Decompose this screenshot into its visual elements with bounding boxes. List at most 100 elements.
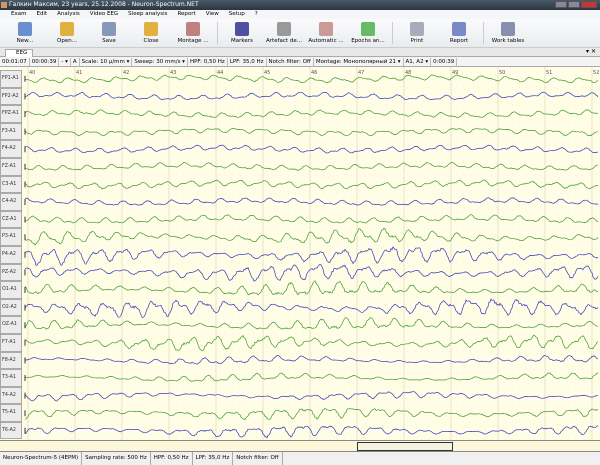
menu-item[interactable]: Analysis [52, 10, 85, 19]
toolbar-separator [217, 22, 218, 44]
print-icon [410, 22, 424, 36]
time-duration[interactable]: 00:00:39 [30, 57, 60, 66]
toolbar-button-label: Open... [57, 38, 77, 44]
hpf-select[interactable]: HPF: 0,50 Hz [188, 57, 228, 66]
sweep-select[interactable]: Sweep: 30 mm/s ▾ [132, 57, 188, 66]
time-position[interactable]: 00:01:07 [0, 57, 30, 66]
window-title: Галкин Максим, 23 years, 25.12.2008 - Ne… [9, 1, 199, 8]
minimize-button[interactable] [555, 1, 567, 8]
eeg-view[interactable]: 40 41 42 43 44 45 46 47 48 49 50 51 52 FP1-A1 FP2-A2 F… [0, 67, 600, 440]
flag-icon [235, 22, 249, 36]
second-label: 43 [170, 70, 176, 76]
scale-select[interactable]: Scale: 10 μ/mm ▾ [80, 57, 133, 66]
channel-label[interactable]: OZ-A1 [0, 316, 22, 334]
channel-label[interactable]: T5-A1 [0, 404, 22, 422]
channel-label[interactable]: F4-A2 [0, 140, 22, 158]
epochs-icon [361, 22, 375, 36]
toolbar-button-close[interactable]: Close [130, 19, 172, 47]
menu-item[interactable]: Edit [31, 10, 52, 19]
toolbar-button-label: Artefact de... [266, 38, 302, 44]
channel-label[interactable]: O2-A2 [0, 298, 22, 317]
tab-bar: EEG ▾ ✕ [0, 48, 600, 57]
toolbar-button-label: Save [102, 38, 116, 44]
toolbar-button-label: New... [16, 38, 34, 44]
channel-label[interactable]: F3-A1 [0, 122, 22, 141]
eeg-trace [24, 334, 599, 352]
tab-eeg[interactable]: EEG [5, 49, 33, 57]
close-button[interactable] [581, 1, 597, 8]
work-tables-icon [501, 22, 515, 36]
channel-label[interactable]: F8-A2 [0, 351, 22, 370]
nav-dropdown[interactable]: - ▾ [59, 57, 71, 66]
eeg-traces[interactable]: 40 41 42 43 44 45 46 47 48 49 50 51 52 [0, 67, 600, 440]
save-icon [102, 22, 116, 36]
toolbar-button-print[interactable]: Print [396, 19, 438, 47]
menu-bar: Exam Edit Analysis Video EEG Sleep analysis R… [0, 10, 600, 19]
status-item: Neuron-Spectrum-5 (4EPM) [0, 452, 83, 465]
toolbar-button-new[interactable]: New... [4, 19, 46, 47]
channel-label[interactable]: T3-A1 [0, 369, 22, 387]
notch-select[interactable]: Notch filter: Off [267, 57, 314, 66]
menu-item[interactable]: View [201, 10, 224, 19]
status-item: LPF: 35,0 Hz [193, 452, 234, 465]
eeg-trace [24, 144, 599, 154]
eeg-trace [24, 227, 599, 246]
montage-icon [186, 22, 200, 36]
channel-label[interactable]: F7-A1 [0, 333, 22, 352]
channel-label[interactable]: FP1-A1 [0, 70, 22, 88]
toolbar-separator [392, 22, 393, 44]
toolbar-button-montage[interactable]: Montage ... [172, 19, 214, 47]
toolbar-button-artefactde[interactable]: Artefact de... [263, 19, 305, 47]
toolbar-button-open[interactable]: Open... [46, 19, 88, 47]
menu-item[interactable]: Video EEG [85, 10, 123, 19]
time-scrollbar[interactable] [0, 440, 600, 452]
channel-label[interactable]: CZ-A1 [0, 210, 22, 229]
app-icon [1, 2, 7, 8]
second-label: 40 [29, 70, 35, 76]
channel-label[interactable]: C3-A1 [0, 175, 22, 194]
toolbar-button-label: Work tables [491, 38, 525, 44]
channel-label[interactable]: P4-A2 [0, 245, 22, 264]
second-label: 45 [264, 70, 270, 76]
menu-item[interactable]: ? [250, 10, 263, 19]
channel-label[interactable]: FP2-A2 [0, 87, 22, 106]
menu-item[interactable]: Sleep analysis [123, 10, 172, 19]
toolbar-button-label: Markers [231, 38, 253, 44]
toolbar-button-epochsan[interactable]: Epochs an... [347, 19, 389, 47]
amplitude-button[interactable]: A [71, 57, 80, 66]
toolbar-button-worktables[interactable]: Work tables [487, 19, 529, 47]
toolbar-button-report[interactable]: Report [438, 19, 480, 47]
time-cursor[interactable]: 0:00:39 [431, 57, 458, 66]
channel-label[interactable]: P3-A1 [0, 228, 22, 246]
toolbar-button-save[interactable]: Save [88, 19, 130, 47]
channel-label[interactable]: T4-A2 [0, 386, 22, 405]
menu-item[interactable]: Setup [224, 10, 250, 19]
scroll-thumb[interactable] [357, 442, 453, 451]
channel-label[interactable]: FPZ-A1 [0, 105, 22, 123]
second-label: 47 [358, 70, 364, 76]
title-bar: Галкин Максим, 23 years, 25.12.2008 - Ne… [0, 0, 600, 10]
channel-label[interactable]: PZ-A2 [0, 263, 22, 282]
second-label: 42 [123, 70, 129, 76]
reference-select[interactable]: A1, A2 ▾ [404, 57, 432, 66]
toolbar-button-label: Montage ... [177, 38, 209, 44]
maximize-button[interactable] [568, 1, 580, 8]
channel-label[interactable]: FZ-A1 [0, 157, 22, 176]
lpf-select[interactable]: LPF: 35,0 Hz [228, 57, 267, 66]
menu-item[interactable]: Report [172, 10, 200, 19]
toolbar-button-label: Close [143, 38, 159, 44]
montage-select[interactable]: Montage: Монополярный 21 ▾ [314, 57, 404, 66]
tab-close-icon[interactable]: ▾ ✕ [586, 48, 596, 55]
eeg-trace [24, 161, 599, 171]
toolbar-button-markers[interactable]: Markers [221, 19, 263, 47]
eeg-trace [24, 128, 599, 137]
channel-label[interactable]: O1-A1 [0, 281, 22, 299]
eeg-trace [24, 246, 599, 266]
menu-item[interactable]: Exam [6, 10, 31, 19]
toolbar-button-automatic[interactable]: Automatic ... [305, 19, 347, 47]
channel-label[interactable]: C4-A2 [0, 193, 22, 211]
eeg-trace [24, 74, 599, 84]
toolbar-button-label: Epochs an... [351, 38, 385, 44]
channel-label[interactable]: T6-A2 [0, 421, 22, 440]
eeg-trace [24, 91, 599, 101]
